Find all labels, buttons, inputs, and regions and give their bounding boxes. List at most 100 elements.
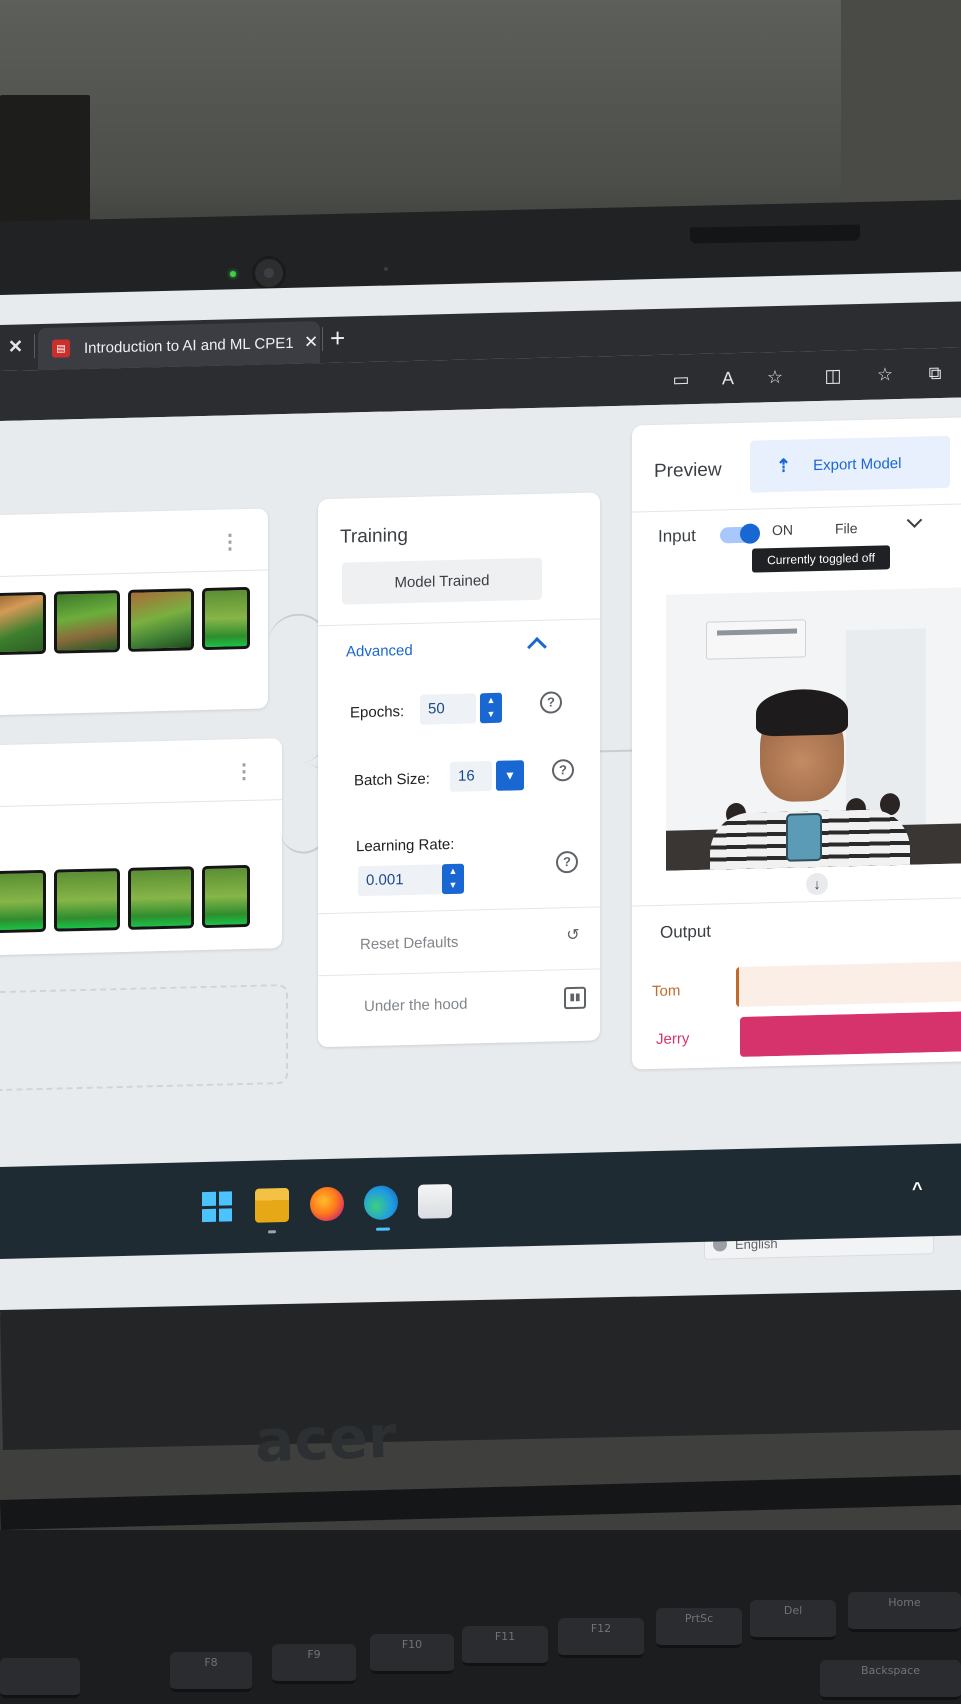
epochs-help-icon[interactable]: ? (540, 691, 562, 714)
output-class-tom-label: Tom (652, 982, 681, 1001)
laptop-screen: ✕ ▤ Introduction to AI and ML CPE10 ✕ + … (0, 271, 961, 1315)
bar-chart-icon[interactable]: ▮▮ (564, 986, 586, 1010)
learning-rate-help-icon[interactable]: ? (556, 850, 578, 874)
divider (632, 896, 961, 907)
read-aloud-icon[interactable]: A (715, 365, 741, 392)
preview-title: Preview (654, 459, 722, 483)
keyboard-key: Del (750, 1600, 836, 1640)
sample-thumbnail[interactable] (54, 590, 120, 654)
sample-thumbnail[interactable] (128, 866, 194, 930)
laptop-hinge (0, 1474, 961, 1530)
wall-right (841, 0, 961, 230)
pdf-favicon-icon: ▤ (52, 339, 70, 358)
reset-defaults-button[interactable]: Reset Defaults (360, 934, 458, 953)
microphone-dot (384, 267, 388, 271)
sample-thumbnail[interactable] (202, 586, 250, 651)
video-icon[interactable]: ▭ (668, 366, 694, 393)
epochs-input[interactable]: 50 (420, 693, 476, 725)
sample-thumbnails (0, 864, 250, 934)
batch-size-input[interactable]: 16 (450, 760, 492, 793)
upload-icon: ⇡ (776, 455, 792, 476)
favorites-list-icon[interactable]: ☆ (872, 361, 898, 388)
batch-size-help-icon[interactable]: ? (552, 758, 574, 782)
keyboard-key (0, 1658, 80, 1698)
sample-thumbnail[interactable] (128, 588, 194, 652)
split-screen-icon[interactable]: ◫ (820, 362, 846, 389)
running-indicator (268, 1230, 276, 1234)
divider (318, 968, 600, 977)
add-class-placeholder[interactable] (0, 983, 288, 1092)
output-label: Output (660, 921, 712, 942)
toggle-tooltip: Currently toggled off (752, 545, 890, 573)
new-tab-button[interactable]: + (330, 323, 345, 354)
camera-led (230, 271, 236, 277)
keyboard-key: PrtSc (656, 1608, 742, 1648)
sample-thumbnail[interactable] (54, 868, 120, 932)
history-icon[interactable]: ↺ (562, 925, 584, 948)
tab-separator (34, 334, 35, 359)
keyboard-key: F10 (370, 1634, 454, 1674)
toggle-knob (740, 523, 760, 544)
sample-thumbnail[interactable] (202, 864, 250, 929)
divider (318, 618, 600, 627)
learning-rate-stepper[interactable]: ▲ ▼ (442, 863, 464, 895)
edge-browser-icon[interactable] (364, 1185, 398, 1221)
train-model-button[interactable]: Model Trained (342, 557, 542, 605)
epochs-label: Epochs: (350, 703, 405, 722)
bezel-notch (689, 224, 861, 244)
advanced-toggle[interactable]: Advanced (346, 642, 413, 661)
output-bar-tom (736, 960, 961, 1008)
chevron-up-icon[interactable] (527, 636, 547, 657)
output-bar-tom-fill (736, 966, 739, 1008)
teachable-machine-page: ⋮ ⋮ Training Model Trained Advanced Epoc… (0, 397, 961, 1260)
sample-thumbnails (0, 586, 250, 656)
preview-panel: Preview ⇡ Export Model Input ON File Cur… (632, 416, 961, 1070)
divider (632, 502, 961, 513)
training-panel: Training Model Trained Advanced Epochs: … (318, 492, 600, 1048)
sample-thumbnail[interactable] (0, 591, 46, 656)
under-the-hood-button[interactable]: Under the hood (364, 996, 467, 1016)
tab-separator (322, 327, 323, 352)
keyboard-key: F11 (462, 1626, 548, 1666)
system-tray-chevron-icon[interactable]: ^ (912, 1178, 923, 1199)
webcam-lens (252, 256, 286, 290)
file-explorer-icon[interactable] (255, 1187, 289, 1223)
laptop-chin (0, 1289, 961, 1450)
sample-thumbnail[interactable] (0, 869, 46, 934)
air-conditioner (706, 619, 806, 660)
class-card-jerry: ⋮ (0, 738, 282, 956)
batch-size-label: Batch Size: (354, 770, 430, 790)
keyboard-key: Backspace (820, 1660, 961, 1700)
chevron-down-icon[interactable] (906, 512, 923, 528)
input-source-select[interactable]: File (835, 520, 858, 537)
tab-close-icon[interactable]: ✕ (304, 332, 318, 352)
epochs-stepper[interactable]: ▲ ▼ (480, 692, 502, 724)
keyboard-key: F12 (558, 1618, 644, 1658)
firefox-icon[interactable] (310, 1186, 344, 1222)
export-model-button[interactable]: ⇡ Export Model (750, 435, 950, 493)
class-card-header: ⋮ (0, 508, 268, 578)
more-options-icon[interactable]: ⋮ (234, 759, 254, 784)
output-bar-jerry (740, 1010, 961, 1057)
class-card-header: ⋮ (0, 738, 282, 808)
output-bar-jerry-fill (740, 1010, 961, 1057)
more-options-icon[interactable]: ⋮ (220, 529, 240, 554)
divider (318, 906, 600, 915)
arrow-down-icon: ↓ (806, 872, 828, 896)
keyboard-key: Home (848, 1592, 961, 1632)
previous-tab-close-icon[interactable]: ✕ (8, 336, 23, 357)
favorite-star-icon[interactable]: ☆ (762, 364, 788, 391)
keyboard-deck: F8 F9 F10 F11 F12 PrtSc Del Home Backspa… (0, 1530, 961, 1704)
collections-icon[interactable]: ⧉ (922, 360, 948, 387)
batch-size-dropdown[interactable]: ▼ (496, 760, 524, 791)
active-tab[interactable]: ▤ Introduction to AI and ML CPE10 ✕ (38, 321, 320, 371)
windows-start-icon[interactable] (200, 1189, 234, 1224)
input-toggle[interactable] (720, 523, 760, 544)
microsoft-store-icon[interactable] (418, 1183, 452, 1219)
tab-title: Introduction to AI and ML CPE10 (84, 334, 294, 357)
acer-logo: acer (253, 1402, 398, 1476)
keyboard-key: F9 (272, 1644, 356, 1684)
learning-rate-input[interactable]: 0.001 (358, 864, 442, 897)
input-label: Input (658, 525, 696, 546)
export-model-label: Export Model (813, 454, 902, 474)
